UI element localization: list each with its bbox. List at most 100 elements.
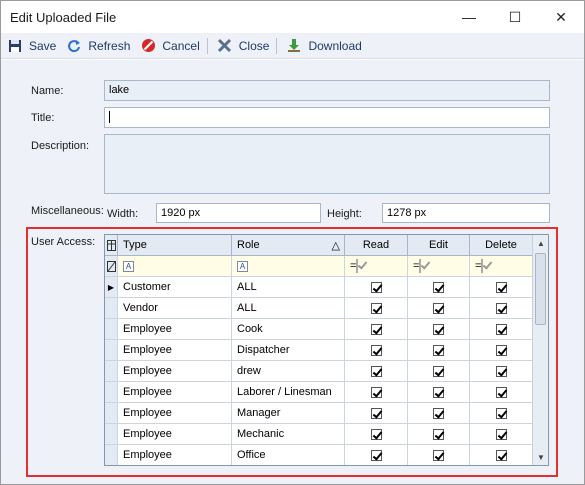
row-selector[interactable] xyxy=(105,361,118,382)
read-cell[interactable] xyxy=(345,340,408,361)
type-filter-cell[interactable]: A xyxy=(118,256,232,277)
delete-checkbox[interactable] xyxy=(495,281,507,293)
edit-checkbox[interactable] xyxy=(433,449,444,461)
table-row[interactable]: Employee Dispatcher xyxy=(105,340,533,361)
filter-text-icon[interactable]: A xyxy=(237,260,248,272)
delete-checkbox[interactable] xyxy=(495,428,507,440)
height-field[interactable]: 1278 px xyxy=(382,203,550,223)
edit-cell[interactable] xyxy=(408,424,470,445)
scroll-thumb[interactable] xyxy=(535,253,546,325)
edit-cell[interactable] xyxy=(408,403,470,424)
edit-checkbox[interactable] xyxy=(433,428,444,440)
table-row[interactable]: ▶ Customer ALL xyxy=(105,277,533,298)
delete-cell[interactable] xyxy=(470,298,533,319)
read-filter-checkbox[interactable] xyxy=(356,259,359,273)
edit-checkbox[interactable] xyxy=(433,281,444,293)
table-row[interactable]: Employee Cook xyxy=(105,319,533,340)
edit-cell[interactable] xyxy=(408,277,470,298)
read-filter-cell[interactable]: = xyxy=(345,256,408,277)
column-read-header[interactable]: Read xyxy=(345,235,408,256)
role-cell[interactable]: Office xyxy=(232,445,345,465)
row-selector[interactable] xyxy=(105,319,118,340)
table-row[interactable]: Vendor ALL xyxy=(105,298,533,319)
type-cell[interactable]: Employee xyxy=(118,382,232,403)
refresh-button[interactable]: Refresh xyxy=(62,35,134,57)
row-selector[interactable]: ▶ xyxy=(105,277,118,298)
table-row[interactable]: Employee Office xyxy=(105,445,533,465)
cancel-button[interactable]: Cancel xyxy=(136,35,203,57)
delete-cell[interactable] xyxy=(470,382,533,403)
edit-cell[interactable] xyxy=(408,298,470,319)
edit-checkbox[interactable] xyxy=(433,365,444,377)
type-cell[interactable]: Employee xyxy=(118,319,232,340)
role-cell[interactable]: Mechanic xyxy=(232,424,345,445)
row-selector[interactable] xyxy=(105,424,118,445)
table-row[interactable]: Employee Laborer / Linesman xyxy=(105,382,533,403)
read-checkbox[interactable] xyxy=(370,323,382,335)
row-selector[interactable] xyxy=(105,445,118,465)
edit-cell[interactable] xyxy=(408,340,470,361)
type-cell[interactable]: Employee xyxy=(118,445,232,465)
vertical-scrollbar[interactable]: ▲ ▼ xyxy=(532,235,548,465)
edit-cell[interactable] xyxy=(408,382,470,403)
edit-filter-cell[interactable]: = xyxy=(408,256,470,277)
read-cell[interactable] xyxy=(345,382,408,403)
scroll-up-arrow-icon[interactable]: ▲ xyxy=(533,235,548,251)
edit-checkbox[interactable] xyxy=(433,386,444,398)
column-edit-header[interactable]: Edit xyxy=(408,235,470,256)
delete-checkbox[interactable] xyxy=(495,365,507,377)
width-field[interactable]: 1920 px xyxy=(156,203,321,223)
role-cell[interactable]: Dispatcher xyxy=(232,340,345,361)
type-cell[interactable]: Vendor xyxy=(118,298,232,319)
type-cell[interactable]: Customer xyxy=(118,277,232,298)
role-cell[interactable]: Cook xyxy=(232,319,345,340)
role-cell[interactable]: Manager xyxy=(232,403,345,424)
delete-cell[interactable] xyxy=(470,340,533,361)
column-type-header[interactable]: Type xyxy=(118,235,232,256)
read-cell[interactable] xyxy=(345,424,408,445)
maximize-button[interactable]: ☐ xyxy=(492,1,538,33)
delete-checkbox[interactable] xyxy=(495,344,507,356)
close-button[interactable]: Close xyxy=(213,35,274,57)
clear-filter-icon[interactable] xyxy=(105,256,118,277)
read-cell[interactable] xyxy=(345,361,408,382)
role-cell[interactable]: ALL xyxy=(232,298,345,319)
read-cell[interactable] xyxy=(345,403,408,424)
row-selector[interactable] xyxy=(105,382,118,403)
role-cell[interactable]: ALL xyxy=(232,277,345,298)
filter-text-icon[interactable]: A xyxy=(123,260,134,272)
read-cell[interactable] xyxy=(345,298,408,319)
row-selector[interactable] xyxy=(105,298,118,319)
type-cell[interactable]: Employee xyxy=(118,403,232,424)
read-cell[interactable] xyxy=(345,277,408,298)
title-field[interactable] xyxy=(104,107,550,128)
table-row[interactable]: Employee drew xyxy=(105,361,533,382)
delete-checkbox[interactable] xyxy=(495,407,507,419)
read-checkbox[interactable] xyxy=(370,407,382,419)
column-delete-header[interactable]: Delete xyxy=(470,235,533,256)
delete-checkbox[interactable] xyxy=(495,323,507,335)
read-checkbox[interactable] xyxy=(370,386,382,398)
edit-checkbox[interactable] xyxy=(433,344,444,356)
read-checkbox[interactable] xyxy=(370,281,382,293)
save-button[interactable]: Save xyxy=(3,35,60,57)
delete-checkbox[interactable] xyxy=(495,302,507,314)
delete-cell[interactable] xyxy=(470,445,533,465)
role-filter-cell[interactable]: A xyxy=(232,256,345,277)
read-checkbox[interactable] xyxy=(370,449,382,461)
delete-cell[interactable] xyxy=(470,277,533,298)
delete-cell[interactable] xyxy=(470,361,533,382)
role-cell[interactable]: Laborer / Linesman xyxy=(232,382,345,403)
read-checkbox[interactable] xyxy=(370,365,382,377)
delete-filter-cell[interactable]: = xyxy=(470,256,533,277)
read-cell[interactable] xyxy=(345,445,408,465)
close-window-button[interactable]: ✕ xyxy=(538,1,584,33)
delete-filter-checkbox[interactable] xyxy=(481,259,484,273)
edit-checkbox[interactable] xyxy=(433,323,444,335)
delete-cell[interactable] xyxy=(470,403,533,424)
table-row[interactable]: Employee Mechanic xyxy=(105,424,533,445)
type-cell[interactable]: Employee xyxy=(118,361,232,382)
edit-filter-checkbox[interactable] xyxy=(419,259,422,273)
download-button[interactable]: Download xyxy=(282,35,365,57)
scroll-down-arrow-icon[interactable]: ▼ xyxy=(533,449,548,465)
